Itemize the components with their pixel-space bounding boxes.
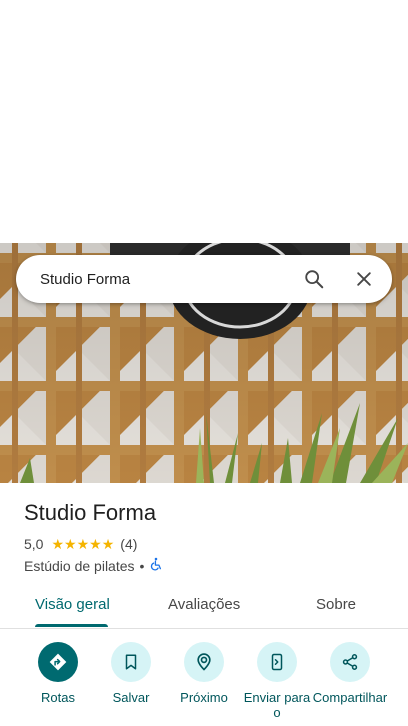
star-icon: ★ [64,536,77,552]
send-to-phone-icon[interactable] [257,642,297,682]
rating-value: 5,0 [24,536,44,552]
star-icon: ★ [76,536,90,552]
wheelchair-icon [149,557,163,574]
nearby-label: Próximo [180,690,228,705]
search-icon[interactable] [296,261,332,297]
map-blank-area [0,0,408,243]
tab-reviews[interactable]: Avaliações [168,596,240,613]
tab-about[interactable]: Sobre [316,596,356,613]
category-row: Estúdio de pilates • [24,557,163,574]
directions-button[interactable]: Rotas [20,642,96,705]
search-input[interactable]: Studio Forma [40,271,296,288]
directions-icon[interactable] [38,642,78,682]
share-button[interactable]: Compartilhar [312,642,388,705]
place-name: Studio Forma [24,500,157,525]
star-icon: ★ [51,536,65,552]
star-icon: ★ [89,536,102,552]
share-icon[interactable] [330,642,370,682]
review-count[interactable]: (4) [120,536,137,552]
send-to-phone-button[interactable]: Enviar para o [239,642,315,720]
send-to-phone-label: Enviar para o [243,690,311,720]
directions-label: Rotas [41,690,75,705]
place-tabs: Visão geral Avaliações Sobre [0,586,408,629]
nearby-button[interactable]: Próximo [166,642,242,705]
rating-row[interactable]: 5,0 ★ ★ ★ ★ ★ (4) [24,536,137,552]
search-bar[interactable]: Studio Forma [16,255,392,303]
place-category: Estúdio de pilates [24,557,135,574]
bookmark-icon[interactable] [111,642,151,682]
active-tab-indicator [35,624,108,627]
save-label: Salvar [112,690,150,705]
tab-overview[interactable]: Visão geral [35,596,110,613]
close-icon[interactable] [346,261,382,297]
separator: • [139,557,145,574]
rating-stars: ★ ★ ★ ★ ★ [51,536,114,552]
save-button[interactable]: Salvar [93,642,169,705]
share-label: Compartilhar [312,690,388,705]
nearby-icon[interactable] [184,642,224,682]
star-icon: ★ [101,536,115,552]
